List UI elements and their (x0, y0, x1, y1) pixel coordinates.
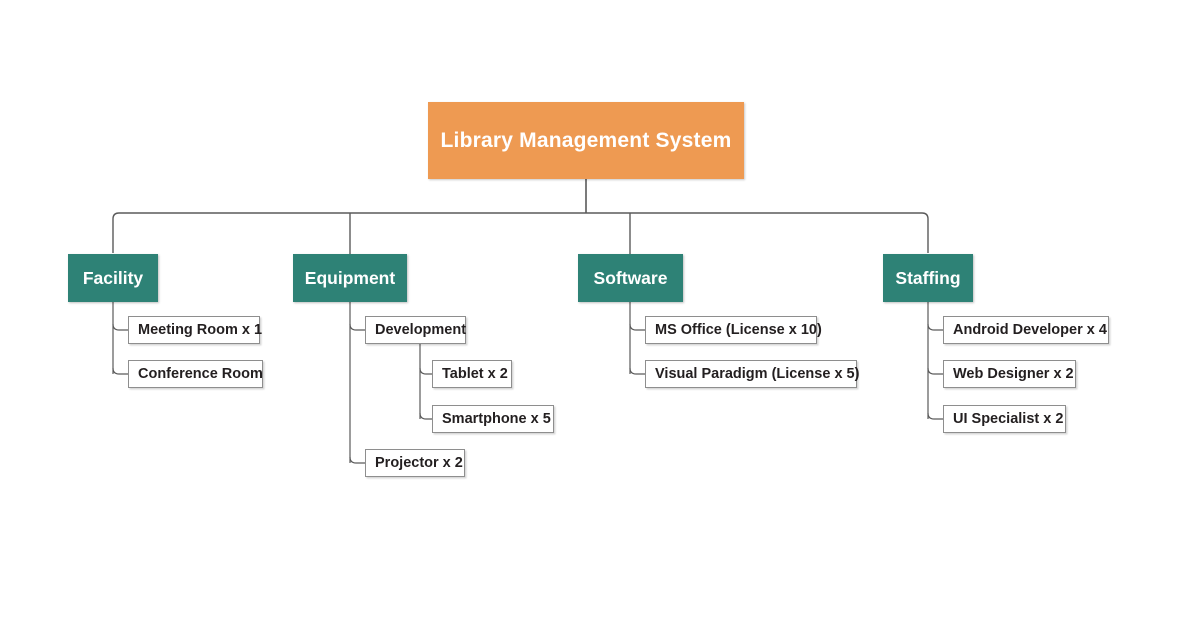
leaf-node-smartphone-x-5[interactable]: Smartphone x 5 (432, 405, 554, 433)
leaf-node-android-developer-x-4[interactable]: Android Developer x 4 (943, 316, 1109, 344)
node-label: Facility (82, 267, 144, 288)
node-label: Tablet x 2 (442, 366, 508, 382)
category-node-staffing[interactable]: Staffing (883, 254, 973, 302)
node-label: Visual Paradigm (License x 5) (655, 366, 860, 382)
node-label: Android Developer x 4 (953, 322, 1107, 338)
connector-lines (112, 179, 943, 464)
node-label: Projector x 2 (375, 455, 463, 471)
leaf-node-tablet-x-2[interactable]: Tablet x 2 (432, 360, 512, 388)
node-label: Web Designer x 2 (953, 366, 1074, 382)
node-label: Smartphone x 5 (442, 411, 551, 427)
category-node-software[interactable]: Software (578, 254, 683, 302)
node-label: UI Specialist x 2 (953, 411, 1064, 427)
node-label: Equipment (304, 267, 396, 288)
leaf-node-ms-office-license-x-10[interactable]: MS Office (License x 10) (645, 316, 822, 344)
node-label: Meeting Room x 1 (138, 322, 263, 338)
root-node-library-management-system[interactable]: Library Management System (428, 102, 744, 179)
leaf-node-projector-x-2[interactable]: Projector x 2 (365, 449, 465, 477)
leaf-node-development[interactable]: Development (365, 316, 466, 344)
leaf-node-conference-room[interactable]: Conference Room (128, 360, 263, 388)
node-label: Conference Room (138, 366, 263, 382)
leaf-node-meeting-room-x-1[interactable]: Meeting Room x 1 (128, 316, 263, 344)
node-label: Development (375, 322, 467, 338)
node-label: Staffing (895, 267, 961, 288)
category-node-facility[interactable]: Facility (68, 254, 158, 302)
leaf-node-visual-paradigm-license-x-5[interactable]: Visual Paradigm (License x 5) (645, 360, 860, 388)
node-label: Software (593, 267, 668, 288)
node-label: MS Office (License x 10) (655, 322, 822, 338)
leaf-node-ui-specialist-x-2[interactable]: UI Specialist x 2 (943, 405, 1066, 433)
leaf-node-web-designer-x-2[interactable]: Web Designer x 2 (943, 360, 1076, 388)
diagram-canvas: Library Management System Facility Meeting… (0, 0, 1200, 630)
node-label: Library Management System (440, 128, 732, 152)
category-node-equipment[interactable]: Equipment (293, 254, 407, 302)
